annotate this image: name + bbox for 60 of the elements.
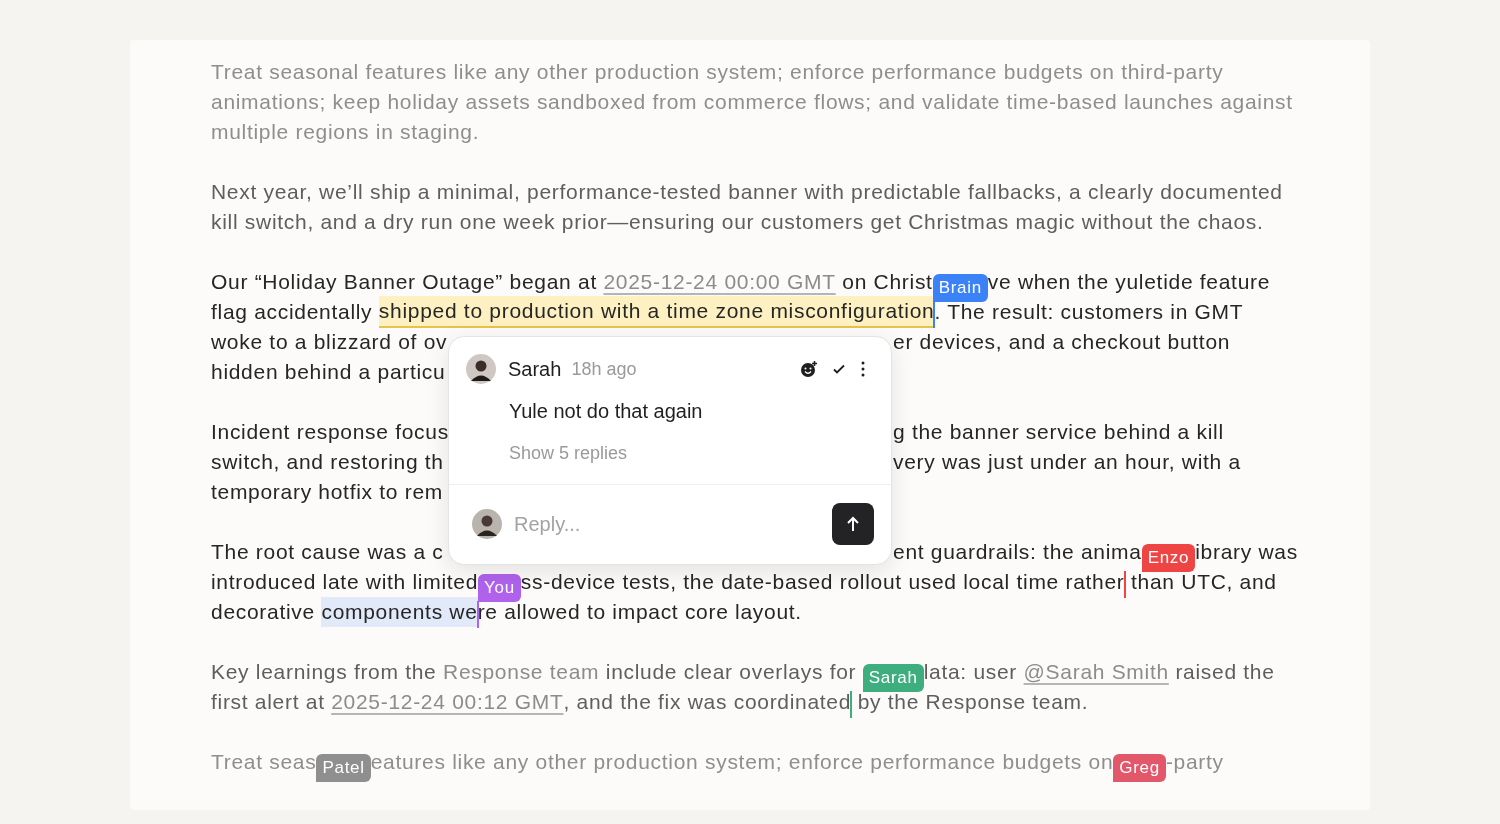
body-text: animations; keep holiday assets sandboxed from commerce flows; and validate time-based launches against [211,89,1293,115]
body-text: g the banner service behind a kill [893,419,1224,445]
body-text: switch, and restoring th [211,449,444,475]
body-text: Treat seas [211,749,317,775]
body-text: eatures like any other production system; enforce performance budgets on [370,749,1114,775]
body-text: ve when the yuletide feature [987,269,1271,295]
body-text: Next year, we’ll ship a minimal, performance-tested banner with predictable fallbacks, a clearly documented [211,179,1283,205]
body-text: multiple regions in staging. [211,119,480,145]
body-text: introduced late with limited [211,569,479,595]
body-text: Incident response focus [211,419,449,445]
body-text: flag accidentally [211,299,374,325]
body-text: Treat seasonal features like any other production system; enforce performance budgets on third-party [211,59,1224,85]
mention[interactable]: Response team [443,657,600,687]
body-text: ent guardrails: the anima [893,539,1142,565]
link[interactable]: 2025-12-24 00:12 GMT [331,687,564,717]
author-name: Sarah [508,357,562,382]
link[interactable]: 2025-12-24 00:00 GMT [603,267,836,297]
cursor-label: Greg [1113,754,1166,782]
add-reaction-icon[interactable] [800,360,818,378]
body-text: er devices, and a checkout button [893,329,1231,355]
send-button[interactable] [832,502,874,545]
body-text: first alert at [211,689,326,715]
body-text: Our “Holiday Banner Outage” began at [211,269,598,295]
link[interactable]: @Sarah Smith [1023,657,1169,687]
body-text: kill switch, and a dry run one week prior—ensuring our customers get Christmas magic without the chaos. [211,209,1264,235]
body-text: -party [1165,749,1224,775]
cursor-label: Enzo [1141,544,1196,572]
body-text: include clear overlays for [604,659,858,685]
body-text: than UTC, and [1130,569,1277,595]
body-text: The root cause was a c [211,539,444,565]
body-text: very was just under an hour, with a [893,449,1241,475]
cursor-label: You [478,574,521,602]
body-text: ss-device tests, the date-based rollout used local time rather [520,569,1125,595]
arrow-up-icon [845,514,861,533]
body-text: woke to a blizzard of ov [211,329,448,355]
body-text: lata: user [923,659,1019,685]
timestamp: 18h ago [571,357,637,381]
body-text: re allowed to impact core layout. [477,599,802,625]
body-text: raised the [1174,659,1275,685]
body-text: . The result: customers in GMT [934,299,1244,325]
reply-field[interactable]: Reply... [514,508,832,539]
show-replies-link[interactable]: Show 5 replies [509,440,628,467]
cursor-label: Patel [316,754,371,782]
body-text: , and the fix was coordinated [563,689,852,715]
avatar [466,354,496,384]
check-icon[interactable] [832,362,846,376]
comment-text: Yule not do that again [509,399,704,424]
selected-text: components we [321,597,478,627]
body-text: Key learnings from the [211,659,438,685]
avatar [472,508,502,539]
body-text: by the Response team. [856,689,1089,715]
body-text: ibrary was [1195,539,1298,565]
more-icon[interactable] [860,361,866,377]
body-text: hidden behind a particu [211,359,446,385]
highlighted-text[interactable]: shipped to production with a time zone misconfiguration [378,296,935,328]
cursor-label: Sarah [862,664,924,692]
cursor-label: Brain [932,274,988,302]
body-text: temporary hotfix to rem [211,479,443,505]
body-text: on Christ [841,269,933,295]
body-text: decorative [211,599,316,625]
